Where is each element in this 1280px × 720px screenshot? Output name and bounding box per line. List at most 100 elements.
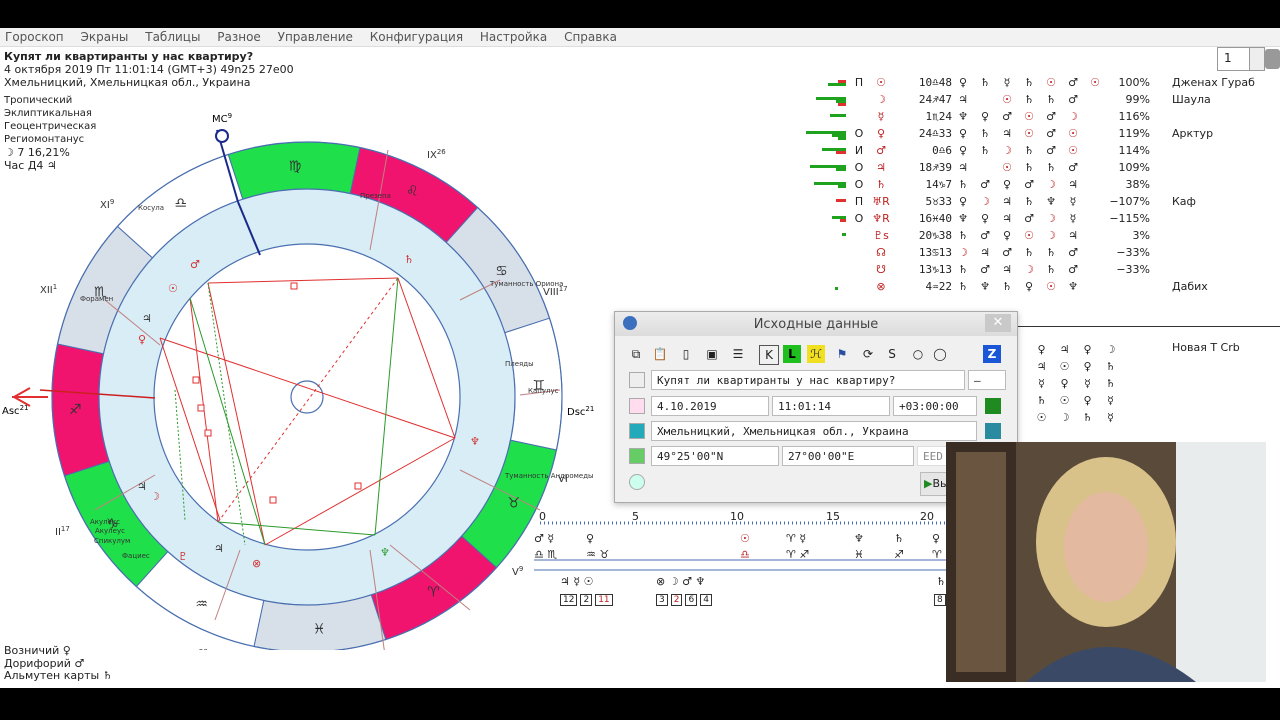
flag-icon[interactable]: ⚑ [833, 345, 851, 363]
webcam-video [946, 442, 1266, 682]
aspect-cell: ♆ [958, 212, 968, 225]
strike-icon[interactable]: S [883, 345, 901, 363]
planet-row[interactable]: ☋ 13♑13 ♄ ♂ ♃ ☽ ♄ ♂ −33% [800, 263, 1270, 280]
l-icon[interactable]: L [783, 345, 801, 363]
planet-row[interactable]: О ♆R 16♓40 ♆ ♀ ♃ ♂ ☽ ☿ −115% [800, 212, 1270, 229]
menu-screens[interactable]: Экраны [80, 28, 128, 46]
planet-symbol: ⊗ [876, 280, 886, 293]
dialog-titlebar[interactable]: Исходные данные ✕ [615, 312, 1017, 336]
aspect-cell: ☽ [958, 246, 968, 259]
timezone-field[interactable]: +03:00:00 [893, 396, 977, 416]
globe-icon[interactable] [629, 474, 645, 490]
house-box: 12 [560, 594, 578, 606]
map-icon[interactable] [985, 423, 1001, 439]
planet-percent: 114% [1118, 144, 1150, 157]
sign-glyph: ♍ [289, 158, 302, 174]
aspect-cell: ♄ [958, 280, 968, 293]
planet-symbol: ♅R [872, 195, 890, 208]
mars-glyph: ♂ [190, 258, 200, 271]
copy-icon[interactable]: ⧉ [627, 345, 645, 363]
aspect-cell: ♄ [1046, 93, 1056, 106]
latitude-field[interactable]: 49°25'00"N [651, 446, 779, 466]
asc-label: Asc21 [2, 404, 28, 417]
save-icon[interactable]: ▣ [703, 345, 721, 363]
fixed-star-label: Косула [138, 204, 164, 212]
aspect-grid-cell: ☽ [1059, 411, 1070, 424]
planet-symbol: ♄ [876, 178, 886, 191]
stepper-arrows[interactable] [1249, 48, 1264, 70]
planet-row[interactable]: ☊ 13♋13 ☽ ♃ ♂ ♄ ♄ ♂ −33% [800, 246, 1270, 263]
menu-tables[interactable]: Таблицы [145, 28, 200, 46]
house-box: 11 [595, 594, 613, 606]
planet-symbol: ♆R [872, 212, 890, 225]
planet-row[interactable]: ☽ 24♐47 ♃ ☉ ♄ ♄ ♂ 99% Шаула [800, 93, 1270, 110]
aspect-grid-cell: ♀ [1083, 394, 1092, 407]
aspect-cell: ♃ [1002, 212, 1012, 225]
aspect-cell: ♂ [1002, 110, 1012, 123]
mc-label: MC9 [212, 112, 232, 125]
planet-row[interactable]: О ♃ 18♐39 ♃ ☉ ♄ ♄ ♂ 109% [800, 161, 1270, 178]
aspect-grid-cell: ♄ [1105, 360, 1116, 373]
question-edit-icon[interactable] [629, 372, 645, 388]
house-boxes-b: 3264 [656, 592, 715, 606]
h-icon[interactable]: ℋ [807, 345, 825, 363]
calendar-icon[interactable] [629, 398, 645, 414]
menu-horoscope[interactable]: Гороскоп [5, 28, 64, 46]
planet-mark: О [854, 178, 864, 191]
planet-symbol: ☊ [876, 246, 886, 259]
planet-row[interactable]: ☿ 1♏24 ♆ ♀ ♂ ☉ ♂ ☽ 116% [800, 110, 1270, 127]
list-icon[interactable]: ☰ [729, 345, 747, 363]
aspect-cell: ☉ [1068, 127, 1078, 140]
date-field[interactable]: 4.10.2019 [651, 396, 769, 416]
k-icon[interactable]: K [759, 345, 779, 365]
new-doc-icon[interactable]: ▯ [677, 345, 695, 363]
category-select[interactable]: — [968, 370, 1006, 390]
place-field[interactable]: Хмельницкий, Хмельницкая обл., Украина [651, 421, 977, 441]
z-icon[interactable]: Z [983, 345, 1001, 363]
planet-row[interactable]: О ♄ 14♑7 ♄ ♂ ♀ ♂ ☽ ♃ 38% [800, 178, 1270, 195]
planet-row[interactable]: И ♂ 0♎6 ♀ ♄ ☽ ♄ ♂ ☉ 114% [800, 144, 1270, 161]
planet-row[interactable]: П ♅R 5♉33 ♀ ☽ ♃ ♄ ♆ ☿ −107% Каф [800, 195, 1270, 212]
menu-config[interactable]: Конфигурация [370, 28, 463, 46]
aspect-cell: ♃ [1002, 127, 1012, 140]
coords-icon[interactable] [629, 448, 645, 464]
radio-on-icon[interactable]: ◯ [931, 345, 949, 363]
aspect-cell: ☉ [1046, 280, 1056, 293]
chart-number-stepper[interactable]: 1 [1217, 47, 1265, 71]
strength-bars [800, 267, 846, 275]
cycle-icon[interactable]: ⟳ [859, 345, 877, 363]
planet-percent: 100% [1118, 76, 1150, 89]
strength-bars [800, 182, 846, 190]
longitude-field[interactable]: 27°00'00"E [782, 446, 914, 466]
chart-datetime: 4 октября 2019 Пт 11:01:14 (GMT+3) 49n25… [4, 63, 294, 76]
planet-row[interactable]: ⊗ 4♒22 ♄ ♆ ♄ ♀ ☉ ♆ Дабих [800, 280, 1270, 297]
planet-row[interactable]: ♇s 20♑38 ♄ ♂ ♀ ☉ ☽ ♃ 3% [800, 229, 1270, 246]
menu-control[interactable]: Управление [278, 28, 353, 46]
planet-row[interactable]: О ♀ 24♎33 ♀ ♄ ♃ ☉ ♂ ☉ 119% Арктур [800, 127, 1270, 144]
menu-misc[interactable]: Разное [217, 28, 261, 46]
close-button[interactable]: ✕ [985, 314, 1011, 332]
menu-help[interactable]: Справка [564, 28, 617, 46]
planet-position: 5♉33 [925, 195, 953, 208]
question-field[interactable]: Купят ли квартиранты у нас квартиру? [651, 370, 965, 390]
horoscope-wheel[interactable]: ♍♌♋♊♉♈♓♒♑♐♏♎ MC9 Asc21 Dsc21 IC9 IX26XI9… [0, 90, 610, 650]
menu-settings[interactable]: Настройка [480, 28, 547, 46]
house-label: III28 [190, 648, 208, 650]
almuten-info: Альмутен карты ♄ [4, 669, 113, 682]
partial-field[interactable]: EED [917, 446, 947, 466]
gear-icon[interactable] [1265, 49, 1280, 69]
radio-off-icon[interactable]: ○ [909, 345, 927, 363]
aspect-cell: ♂ [1024, 212, 1034, 225]
fixed-star-label: Акулеус [95, 527, 125, 535]
fixed-star: Арктур [1172, 127, 1214, 140]
aspect-cell: ♄ [1002, 280, 1012, 293]
aspect-cell: ☽ [1046, 212, 1056, 225]
planet-row[interactable]: П ☉ 10♎48 ♀ ♄ ☿ ♄ ☉ ♂ ☉ 100% Дженах Гураб [800, 76, 1270, 93]
place-icon[interactable] [629, 423, 645, 439]
aspect-grid-cell: ♀ [1060, 377, 1069, 390]
time-field[interactable]: 11:01:14 [772, 396, 890, 416]
tz-green-button[interactable] [985, 398, 1001, 414]
aspect-grid-cell: ☿ [1084, 377, 1091, 390]
paste-icon[interactable]: 📋 [651, 345, 669, 363]
aspect-cell: ☉ [1002, 161, 1012, 174]
